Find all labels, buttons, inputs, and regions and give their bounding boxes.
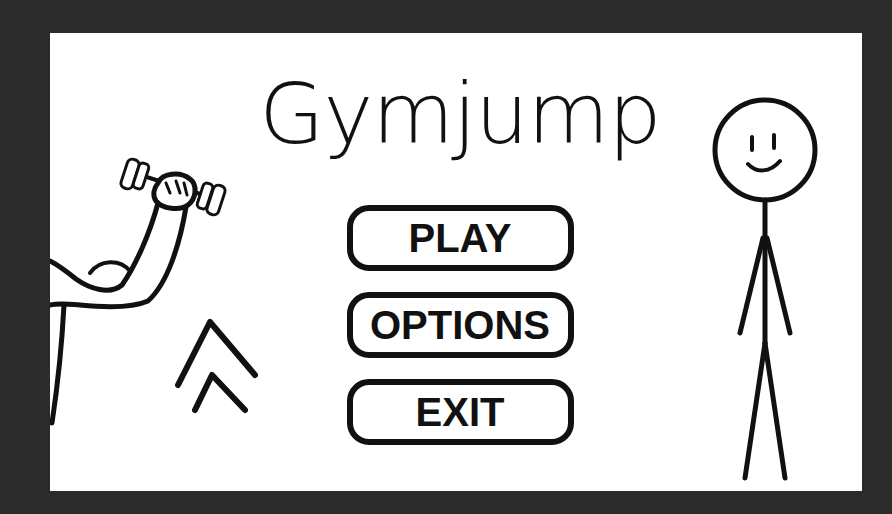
main-menu: Gymjump PLAY OPTIONS EXIT <box>50 33 862 491</box>
menu-button[interactable]: PLAY <box>347 205 574 271</box>
right-illustration <box>610 33 862 491</box>
menu-button[interactable]: EXIT <box>347 379 574 445</box>
game-window: Gymjump PLAY OPTIONS EXIT <box>0 0 892 514</box>
menu-buttons: PLAY OPTIONS EXIT <box>347 205 574 445</box>
stick-figure-icon <box>610 33 862 491</box>
menu-column: GymjumpPLAYOPTIONSEXIT <box>310 33 610 491</box>
menu-button[interactable]: OPTIONS <box>347 292 574 358</box>
game-title: Gymjump <box>259 55 660 173</box>
